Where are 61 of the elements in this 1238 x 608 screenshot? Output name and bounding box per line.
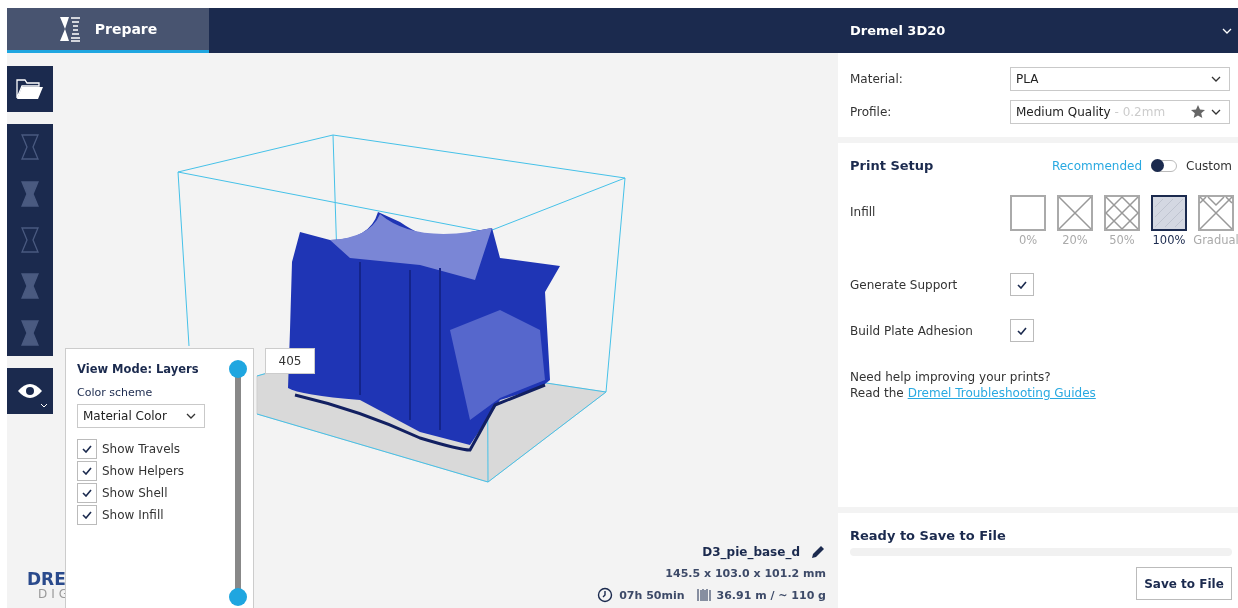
checkbox[interactable] <box>77 483 97 503</box>
chevron-down-icon <box>1222 27 1232 34</box>
checkbox[interactable] <box>77 505 97 525</box>
checkbox[interactable] <box>1010 273 1034 296</box>
print-setup-title: Print Setup <box>850 158 934 173</box>
setting-label: Generate Support <box>850 277 959 292</box>
custom-mode-link[interactable]: Custom <box>1186 158 1232 173</box>
chevron-down-icon <box>186 413 196 419</box>
slider-handle[interactable] <box>229 360 247 378</box>
infill-label: Infill <box>850 205 877 219</box>
setting-label: Build Plate Adhesion <box>850 323 974 338</box>
checkbox-label: Show Travels <box>102 442 181 456</box>
popup-title: View Mode: Layers <box>77 362 200 376</box>
star-icon <box>1191 105 1205 118</box>
view-mode-button[interactable] <box>7 368 53 414</box>
open-file-button[interactable] <box>7 66 53 112</box>
infill-option-label: 20% <box>1062 233 1088 247</box>
layer-number-field[interactable]: 405 <box>265 348 315 374</box>
save-to-file-button[interactable]: Save to File <box>1136 567 1232 600</box>
color-scheme-dropdown[interactable]: Material Color <box>77 404 205 428</box>
status-title: Ready to Save to File <box>850 528 1007 543</box>
clock-icon <box>597 587 614 603</box>
checkmark-icon <box>82 467 92 475</box>
infill-option-label: 50% <box>1109 233 1135 247</box>
model-name: D3_pie_base_d <box>702 545 800 559</box>
checkbox-label: Show Helpers <box>102 464 185 478</box>
brand-logo-text: DRE <box>27 571 67 588</box>
slider-handle[interactable] <box>229 588 247 606</box>
checkmark-icon <box>82 489 92 497</box>
model-dimensions: 145.5 x 103.0 x 101.2 mm <box>665 567 826 580</box>
chevron-down-icon <box>1211 108 1221 115</box>
printer-selector[interactable]: Dremel 3D20 <box>838 8 1238 53</box>
infill-option-label: 0% <box>1018 233 1038 247</box>
material-usage: 36.91 m / ~ 110 g <box>716 588 826 602</box>
hourglass-logo-icon <box>58 16 81 42</box>
checkmark-icon <box>82 511 92 519</box>
help-text: Need help improving your prints? <box>850 370 1052 384</box>
checkmark-icon <box>82 445 92 453</box>
help-text: Read the <box>850 386 904 400</box>
print-time: 07h 50min <box>619 588 685 602</box>
infill-pattern-option[interactable] <box>1151 195 1187 231</box>
eye-icon <box>17 383 43 399</box>
checkbox[interactable] <box>77 461 97 481</box>
checkbox[interactable] <box>1010 319 1034 342</box>
color-scheme-label: Color scheme <box>77 386 154 399</box>
material-label: Material: <box>850 71 904 86</box>
pencil-icon[interactable] <box>810 544 826 560</box>
folder-icon <box>16 78 44 100</box>
checkmark-icon <box>1017 280 1027 289</box>
checkbox-label: Show Shell <box>102 486 168 500</box>
filament-icon <box>696 588 711 602</box>
infill-option-label: Gradual <box>1193 233 1238 247</box>
material-dropdown[interactable]: PLA <box>1010 66 1230 91</box>
profile-label: Profile: <box>850 104 893 119</box>
chevron-down-icon <box>40 403 48 408</box>
prepare-tab[interactable]: Prepare <box>7 8 209 53</box>
checkbox-label: Show Infill <box>102 508 164 522</box>
checkbox[interactable] <box>77 439 97 459</box>
infill-option-label: 100% <box>1152 233 1186 247</box>
checkmark-icon <box>1017 326 1027 335</box>
chevron-down-icon <box>1211 75 1221 82</box>
